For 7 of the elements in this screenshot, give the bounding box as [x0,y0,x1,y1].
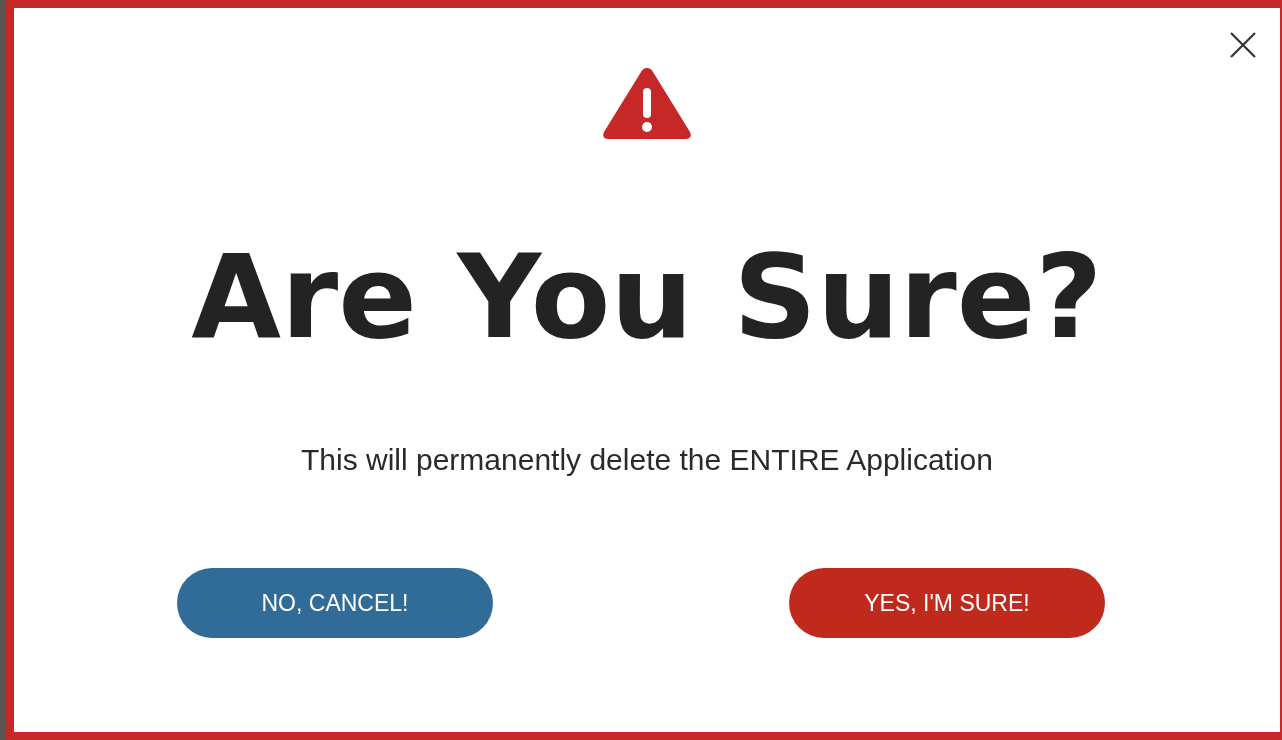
dialog-message: This will permanently delete the ENTIRE Application [301,442,993,478]
dialog-title: Are You Sure? [191,232,1103,362]
close-icon [1228,30,1258,60]
confirm-button[interactable]: YES, I'M SURE! [789,568,1105,638]
warning-icon [602,66,692,140]
close-button[interactable] [1228,30,1258,60]
cancel-button[interactable]: NO, CANCEL! [177,568,493,638]
